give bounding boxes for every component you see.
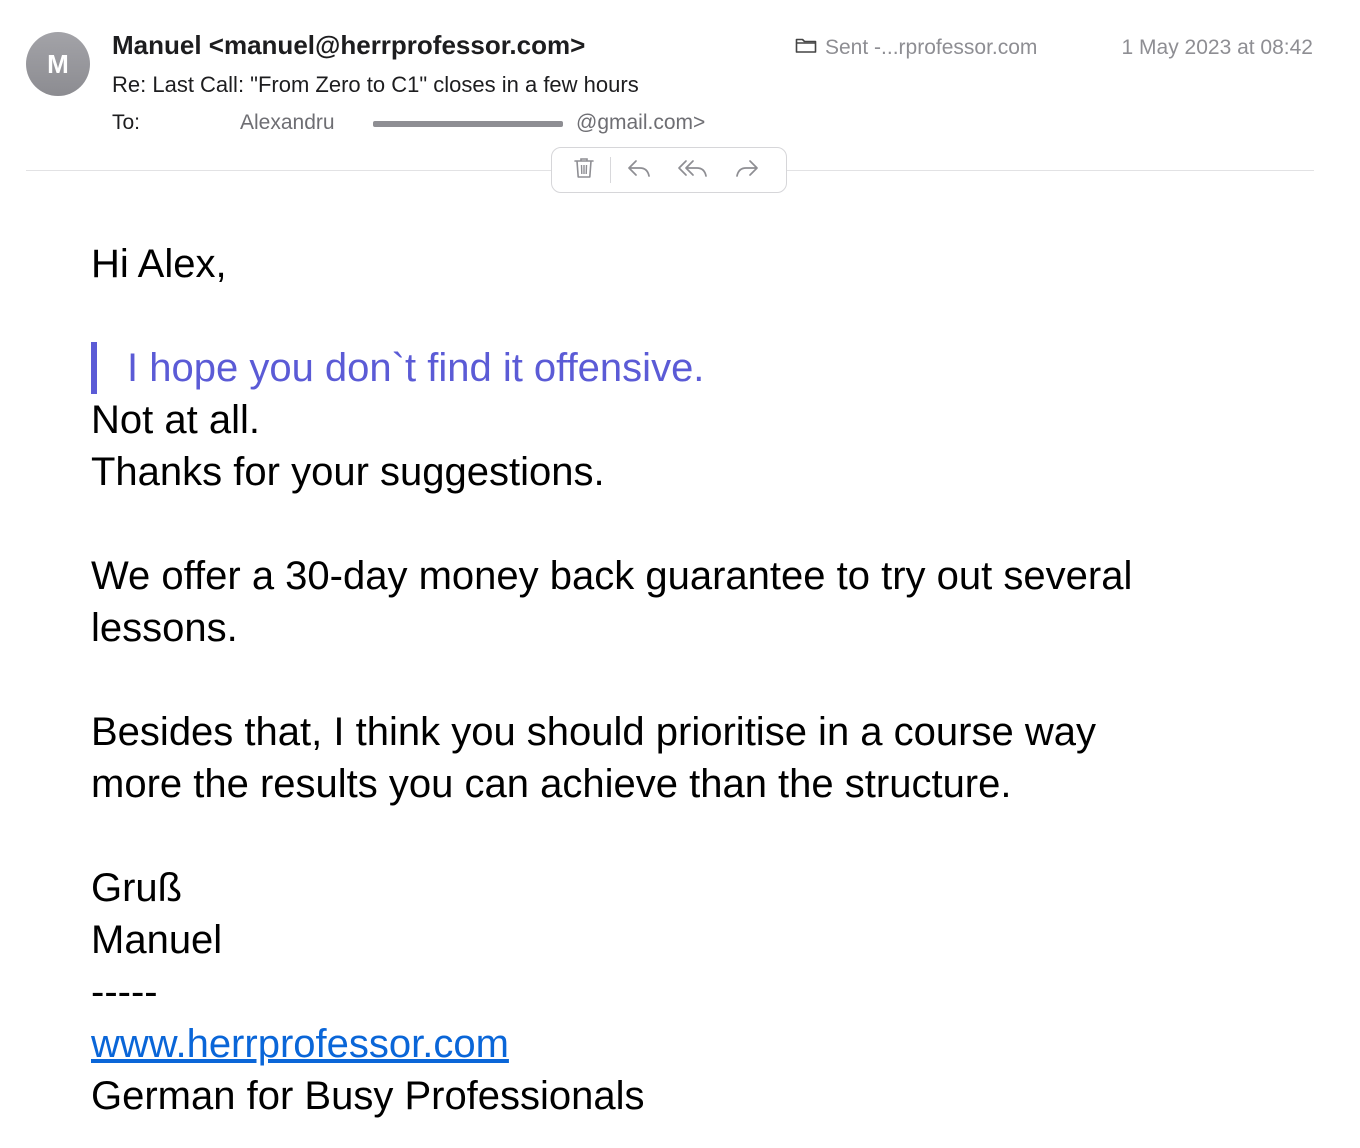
reply-icon (626, 157, 652, 184)
mailbox-location[interactable]: Sent -...rprofessor.com (795, 36, 1037, 60)
to-label: To: (112, 111, 141, 134)
trash-icon (573, 156, 595, 185)
signature-tagline: German for Busy Professionals (91, 1074, 645, 1118)
body-line: Thanks for your suggestions. (91, 450, 605, 494)
body-line: Not at all. (91, 398, 260, 442)
reply-all-icon (677, 157, 709, 184)
body-line: more the results you can achieve than th… (91, 762, 1012, 806)
reply-button[interactable] (619, 152, 659, 188)
greeting: Hi Alex, (91, 242, 227, 286)
signature-separator: ----- (91, 970, 158, 1014)
message-body: Hi Alex, I hope you don`t find it offens… (91, 238, 1291, 1122)
message-toolbar (551, 147, 787, 193)
website-link[interactable]: www.herrprofessor.com (91, 1022, 509, 1066)
message-date: 1 May 2023 at 08:42 (1121, 36, 1313, 59)
reply-all-button[interactable] (673, 152, 713, 188)
recipient-domain[interactable]: @gmail.com> (576, 111, 705, 135)
body-line: Besides that, I think you should priorit… (91, 710, 1096, 754)
signature-name: Manuel (91, 918, 223, 962)
sender-avatar[interactable]: M (26, 32, 90, 96)
forward-button[interactable] (727, 152, 767, 188)
sender-name[interactable]: Manuel <manuel@herrprofessor.com> (112, 30, 585, 61)
message-subject: Re: Last Call: "From Zero to C1" closes … (112, 72, 639, 97)
redaction-bar (373, 121, 563, 127)
signature-greeting: Gruß (91, 866, 183, 910)
toolbar-separator (610, 157, 611, 183)
body-line: lessons. (91, 606, 238, 650)
forward-icon (734, 157, 760, 184)
delete-button[interactable] (564, 152, 604, 188)
recipient-name[interactable]: Alexandru (240, 111, 335, 135)
mailbox-label: Sent -...rprofessor.com (825, 36, 1038, 59)
quoted-text: I hope you don`t find it offensive. (91, 342, 1291, 394)
body-line: We offer a 30-day money back guarantee t… (91, 554, 1133, 598)
folder-icon (795, 36, 817, 60)
